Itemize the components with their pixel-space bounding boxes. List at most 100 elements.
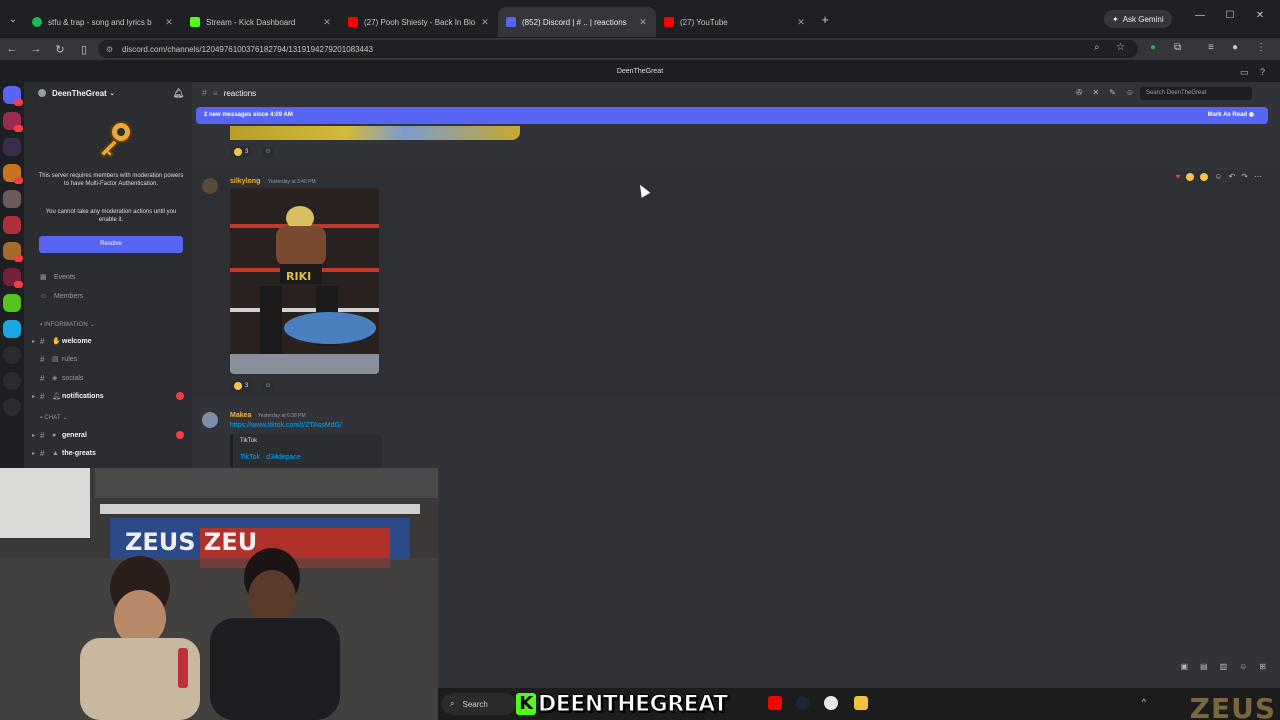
minimize-icon[interactable]: — [1190, 10, 1210, 28]
category-information[interactable]: ▪ INFORMATION ⌄ [40, 321, 95, 328]
inbox-icon[interactable]: ▭ [1240, 62, 1249, 82]
browser-tab-active[interactable]: (852) Discord | # .. | reactions ✕ [498, 7, 656, 37]
heart-reaction-icon[interactable]: ♥ [1176, 172, 1181, 181]
search-input[interactable]: Search DeenTheGreat [1140, 87, 1252, 100]
channel-general[interactable]: ▸ # ● general [32, 428, 190, 442]
member-list-icon[interactable]: ☺ [1126, 88, 1134, 97]
emoji-icon[interactable]: ☺ [1239, 662, 1247, 671]
forward-icon[interactable]: ↷ [1241, 172, 1248, 181]
channel-notifications[interactable]: ▸ # 🔔︎ notifications [32, 389, 190, 403]
youtube-app-icon[interactable] [768, 696, 782, 710]
tiktok-link[interactable]: https://www.tiktok.com/t/ZTAssMdG/ [230, 422, 342, 429]
maximize-icon[interactable]: ☐ [1220, 10, 1240, 28]
mute-bell-icon[interactable]: ✕ [1092, 88, 1099, 97]
channel-socials[interactable]: # ◈ socials [32, 371, 190, 385]
sticker-icon[interactable]: ▥ [1220, 662, 1228, 671]
reply-icon[interactable]: ↶ [1229, 172, 1236, 181]
grin-reaction-icon[interactable] [1200, 172, 1209, 181]
server-icon[interactable] [3, 320, 21, 338]
more-options-icon[interactable]: ⋯ [1254, 172, 1262, 181]
server-icon[interactable] [3, 294, 21, 312]
browser-tab[interactable]: Stream - Kick Dashboard ✕ [182, 7, 340, 37]
direct-messages-icon[interactable] [3, 86, 23, 106]
extension-icon[interactable]: ● [1150, 42, 1156, 53]
site-info-icon[interactable]: ⚙ [106, 45, 116, 54]
message-author[interactable]: Makea [230, 412, 251, 419]
address-bar[interactable]: ⚙ discord.com/channels/12049761003761827… [98, 40, 1138, 58]
back-icon[interactable]: ← [0, 43, 24, 55]
tab-close-icon[interactable]: ✕ [796, 17, 806, 28]
server-icon[interactable] [3, 268, 23, 288]
notification-settings-icon[interactable]: 🔔︎ [173, 88, 184, 99]
server-icon[interactable] [3, 216, 21, 234]
wrestling-image-attachment[interactable]: RIKI [230, 188, 379, 374]
reload-icon[interactable]: ↻ [48, 43, 72, 56]
browser-tab[interactable]: (27) Pooh Shiesty - Back In Blo ✕ [340, 7, 498, 37]
channel-welcome[interactable]: ▸ # ✋ welcome [32, 334, 190, 348]
stream-brand-overlay: K DEENTHEGREAT [516, 690, 729, 718]
close-window-icon[interactable]: ✕ [1250, 10, 1270, 28]
obs-app-icon[interactable] [824, 696, 838, 710]
add-reaction-icon[interactable]: ☺ [262, 380, 274, 392]
taskbar-search[interactable]: ⌕ Search [442, 693, 516, 715]
apps-icon[interactable]: ⊞ [1259, 662, 1266, 671]
steam-app-icon[interactable] [796, 696, 810, 710]
channel-the-greats[interactable]: ▸ # ▲ the-greats [32, 446, 190, 460]
gift-icon[interactable]: ▣ [1180, 662, 1188, 671]
browser-tab[interactable]: stfu & trap - song and lyrics b ✕ [24, 7, 182, 37]
new-tab-icon[interactable]: + [814, 12, 836, 27]
tab-search-icon[interactable]: ⌄ [2, 8, 24, 30]
previous-image-attachment[interactable] [230, 126, 520, 140]
tab-close-icon[interactable]: ✕ [638, 17, 648, 28]
server-header[interactable]: DeenTheGreat ⌄ 🔔︎ [24, 82, 192, 104]
mark-as-read-button[interactable]: Mark As Read ◉ [1208, 107, 1254, 124]
browser-menu-icon[interactable]: ⋮ [1256, 42, 1266, 53]
tab-close-icon[interactable]: ✕ [322, 17, 332, 28]
pin-icon[interactable]: ✎ [1109, 88, 1116, 97]
help-icon[interactable]: ? [1260, 62, 1265, 82]
resolve-button[interactable]: Resolve [39, 236, 183, 253]
sidebar-item-members[interactable]: ☺ Members [40, 289, 190, 303]
threads-icon[interactable]: ✇ [1076, 88, 1083, 97]
category-chat[interactable]: ▪ CHAT ⌄ [40, 414, 68, 421]
sidebar-item-events[interactable]: ▦ Events [40, 270, 190, 284]
tray-overflow-icon[interactable]: ^ [1142, 697, 1146, 707]
zoom-icon[interactable]: ⌕ [1094, 42, 1100, 53]
screen: ⌄ stfu & trap - song and lyrics b ✕ Stre… [0, 0, 1280, 720]
ask-gemini-label: Ask Gemini [1122, 14, 1164, 24]
profile-avatar-icon[interactable]: ● [1232, 42, 1238, 53]
tab-close-icon[interactable]: ✕ [164, 17, 174, 28]
laughing-reaction-icon[interactable] [1186, 172, 1195, 181]
channel-name: rules [62, 355, 78, 363]
ask-gemini-button[interactable]: ✦ Ask Gemini [1104, 10, 1172, 28]
add-reaction-icon[interactable]: ☺ [1214, 172, 1222, 181]
server-icon[interactable] [3, 112, 23, 132]
add-reaction-icon[interactable]: ☺ [262, 146, 274, 158]
forward-icon[interactable]: → [24, 43, 48, 55]
browser-tab[interactable]: (27) YouTube ✕ [656, 7, 814, 37]
tab-close-icon[interactable]: ✕ [480, 17, 490, 28]
server-icon[interactable] [3, 242, 23, 262]
extensions-puzzle-icon[interactable]: ⧉ [1174, 42, 1181, 53]
reaction-chip[interactable]: 3 [230, 380, 253, 392]
message-author[interactable]: silkylong [230, 178, 260, 185]
server-icon[interactable] [3, 164, 23, 184]
gif-icon[interactable]: ▤ [1200, 662, 1208, 671]
reaction-chip[interactable]: 3 [230, 146, 253, 158]
split-view-icon[interactable]: ▯ [72, 43, 96, 56]
add-server-icon[interactable] [3, 346, 21, 364]
bookmark-star-icon[interactable]: ☆ [1116, 42, 1125, 53]
threads-icon[interactable]: ≡ [213, 89, 218, 98]
avatar[interactable] [202, 412, 218, 428]
download-icon[interactable] [3, 398, 21, 416]
avatar[interactable] [202, 178, 218, 194]
server-icon[interactable] [3, 190, 21, 208]
link-embed[interactable]: TikTok TikTok · d34depace [230, 434, 382, 468]
explore-icon[interactable] [3, 372, 21, 390]
channel-rules[interactable]: # ▤ rules [32, 352, 190, 366]
embed-title[interactable]: TikTok · d34depace [240, 454, 301, 461]
media-icon[interactable]: ≡ [1208, 42, 1214, 53]
server-icon[interactable] [3, 138, 21, 156]
new-messages-banner[interactable]: 2 new messages since 4:09 AM Mark As Rea… [196, 107, 1268, 124]
file-explorer-icon[interactable] [854, 696, 868, 710]
